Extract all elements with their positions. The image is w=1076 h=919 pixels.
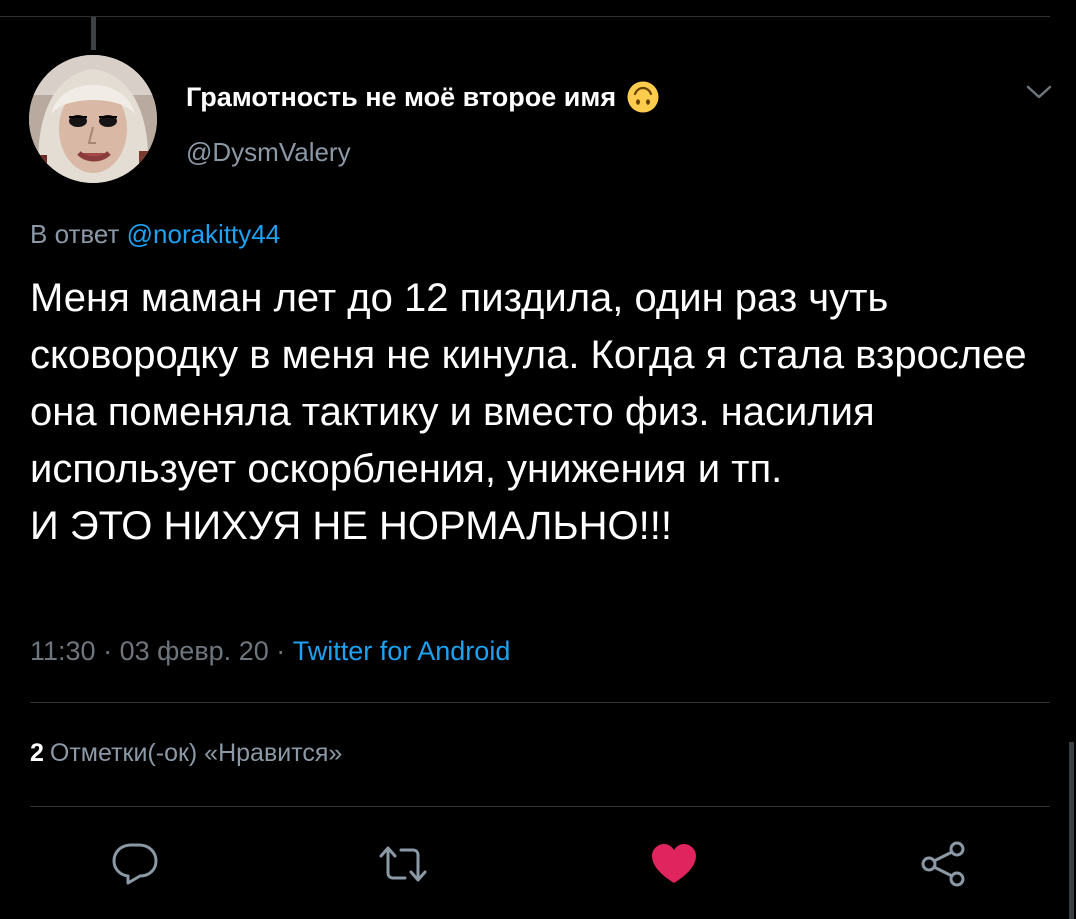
tweet-time: 11:30 [30, 636, 96, 666]
likes-stat[interactable]: 2 Отметки(-ок) «Нравится» [30, 739, 342, 768]
chevron-down-icon[interactable] [1024, 80, 1054, 104]
author-handle[interactable]: @DysmValery [186, 137, 351, 168]
author-name-text: Грамотность не моё второе имя [186, 81, 617, 112]
avatar-image [29, 55, 157, 183]
meta-separator: · [95, 636, 120, 666]
reply-prefix: В ответ [30, 219, 120, 249]
avatar[interactable] [29, 55, 157, 183]
thread-connector-line [91, 17, 96, 50]
likes-count: 2 [30, 739, 44, 767]
top-divider [0, 16, 1050, 17]
author-name[interactable]: Грамотность не моё второе имя [186, 80, 660, 114]
tweet-meta: 11:30 · 03 февр. 20 · Twitter for Androi… [30, 636, 510, 667]
reply-button[interactable] [107, 840, 163, 892]
divider [30, 806, 1050, 807]
tweet-text: Меня маман лет до 12 пиздила, один раз ч… [30, 276, 1027, 548]
tweet-date: 03 февр. 20 [119, 636, 269, 666]
likes-label: Отметки(-ок) «Нравится» [49, 739, 343, 767]
divider [30, 702, 1050, 703]
reply-mention-link[interactable]: @norakitty44 [127, 219, 281, 249]
reply-bubble-icon [110, 841, 160, 892]
upside-down-face-icon [626, 80, 660, 114]
like-button[interactable] [646, 840, 702, 892]
share-icon [918, 840, 968, 893]
retweet-button[interactable] [375, 840, 431, 892]
scrollbar-thumb[interactable] [1069, 742, 1074, 919]
reply-context: В ответ @norakitty44 [30, 219, 280, 250]
retweet-icon [375, 842, 431, 891]
tweet-source-link[interactable]: Twitter for Android [293, 636, 511, 666]
heart-filled-icon [649, 841, 699, 892]
meta-separator: · [268, 636, 293, 666]
share-button[interactable] [915, 840, 971, 892]
